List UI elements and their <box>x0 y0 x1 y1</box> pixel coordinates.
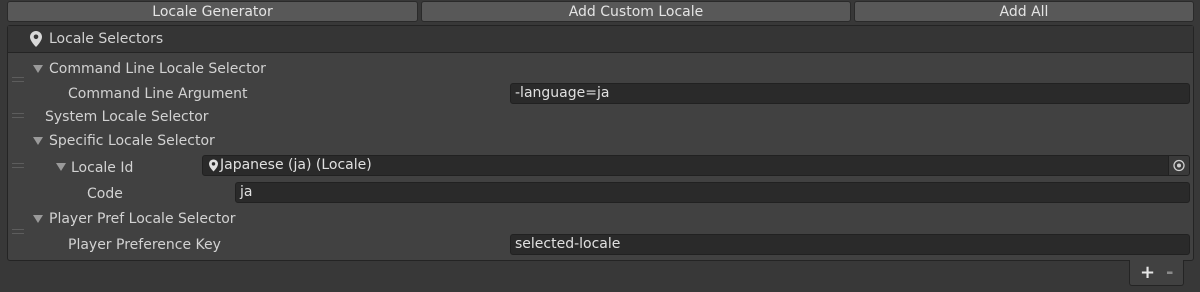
drag-handle-icon[interactable] <box>12 229 24 234</box>
command-line-selector-title[interactable]: Command Line Locale Selector <box>49 60 266 78</box>
system-selector-title: System Locale Selector <box>45 109 209 125</box>
object-picker-icon[interactable] <box>1168 156 1189 175</box>
command-line-argument-field[interactable]: -language=ja <box>510 83 1190 104</box>
drag-handle-icon[interactable] <box>12 77 24 82</box>
list-footer: + - <box>1129 260 1184 286</box>
foldout-arrow-icon[interactable] <box>33 65 43 73</box>
add-custom-locale-button[interactable]: Add Custom Locale <box>421 1 851 22</box>
locale-selectors-panel: Locale Selectors Command Line Locale Sel… <box>7 25 1194 261</box>
foldout-arrow-icon[interactable] <box>33 215 43 223</box>
player-preference-key-field[interactable]: selected-locale <box>510 234 1190 255</box>
specific-selector-title[interactable]: Specific Locale Selector <box>49 132 215 150</box>
locale-id-field[interactable]: Japanese (ja) (Locale) <box>202 155 1190 176</box>
add-button[interactable]: + <box>1140 262 1155 283</box>
player-pref-selector-title[interactable]: Player Pref Locale Selector <box>49 210 236 228</box>
drag-handle-icon[interactable] <box>12 113 24 118</box>
remove-button[interactable]: - <box>1166 262 1173 283</box>
drag-handle-icon[interactable] <box>12 163 24 168</box>
code-label: Code <box>87 186 123 202</box>
panel-title: Locale Selectors <box>49 31 164 47</box>
locale-generator-button[interactable]: Locale Generator <box>7 1 418 22</box>
locale-id-label: Locale Id <box>71 160 134 176</box>
add-all-button[interactable]: Add All <box>854 1 1194 22</box>
player-preference-key-label: Player Preference Key <box>68 237 221 253</box>
panel-header: Locale Selectors <box>8 26 1193 53</box>
foldout-arrow-icon[interactable] <box>56 163 66 171</box>
map-pin-icon <box>30 31 42 51</box>
command-line-argument-label: Command Line Argument <box>68 86 248 102</box>
code-field[interactable]: ja <box>235 182 1190 203</box>
map-pin-icon <box>209 159 218 175</box>
locale-id-value: Japanese (ja) (Locale) <box>220 157 372 173</box>
foldout-arrow-icon[interactable] <box>33 137 43 145</box>
